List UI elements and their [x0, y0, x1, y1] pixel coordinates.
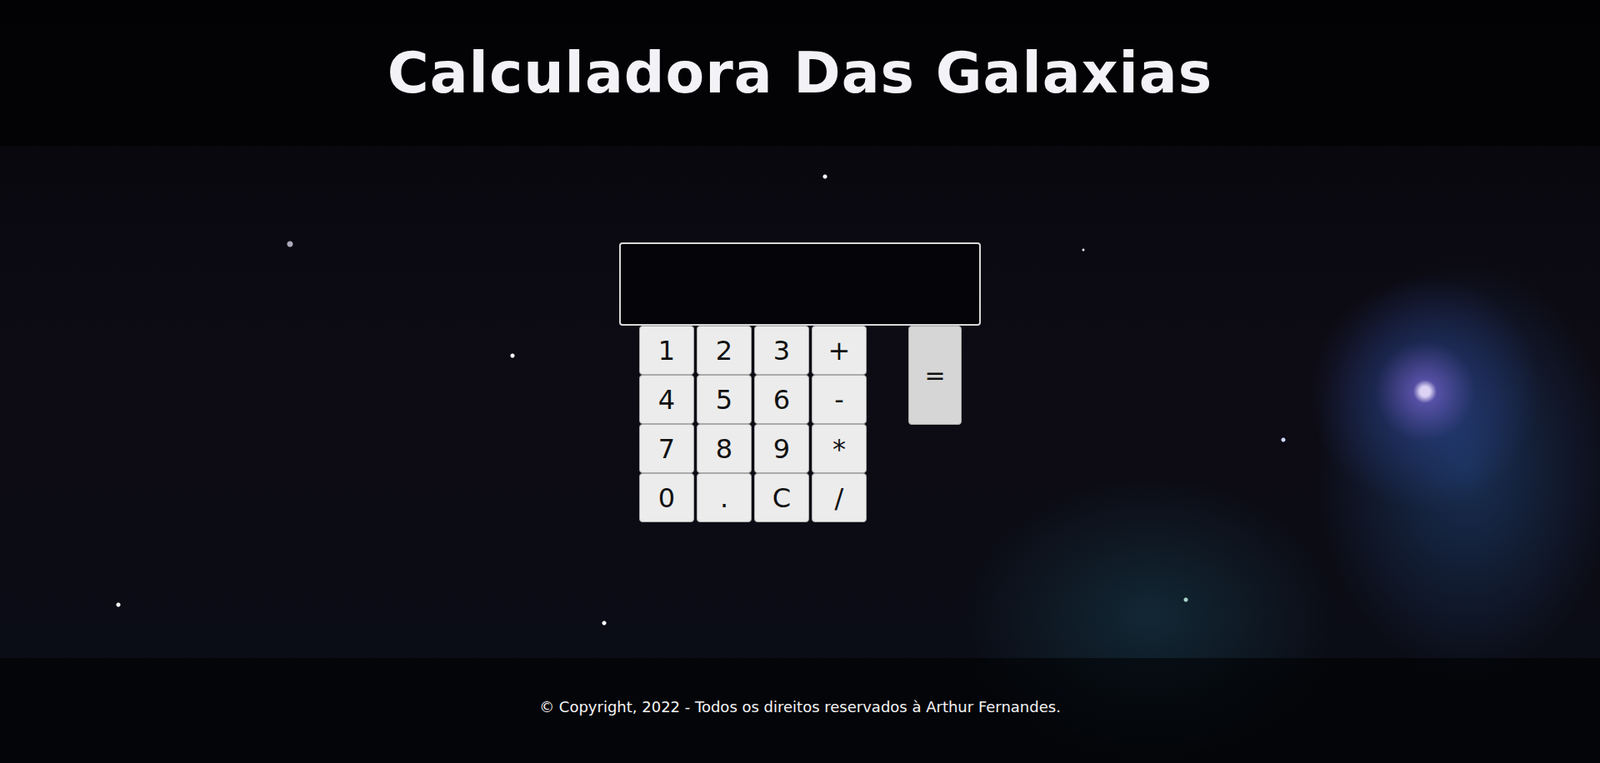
calculator-key[interactable]: 3 — [754, 325, 810, 375]
calculator-key[interactable]: 4 — [639, 375, 695, 425]
calculator-key[interactable]: 9 — [754, 424, 810, 474]
calculator-key[interactable]: C — [754, 473, 810, 523]
keypad-row: 123+456- 789* 0.C/ = — [619, 325, 981, 523]
calculator-key[interactable]: 5 — [696, 375, 752, 425]
calculator-key[interactable]: + — [811, 325, 867, 375]
keypad: 123+456- 789* 0.C/ — [639, 325, 867, 523]
copyright-text: © Copyright, 2022 - Todos os direitos re… — [539, 698, 1061, 716]
calculator-key[interactable]: * — [811, 424, 867, 474]
calculator-key[interactable]: / — [811, 473, 867, 523]
page-title: Calculadora Das Galaxias — [387, 40, 1213, 106]
calculator-key[interactable]: 8 — [696, 424, 752, 474]
calculator-key[interactable]: 2 — [696, 325, 752, 375]
equals-button[interactable]: = — [908, 325, 962, 425]
calculator: 123+456- 789* 0.C/ = — [619, 242, 981, 523]
page-header: Calculadora Das Galaxias — [0, 0, 1600, 146]
calculator-key[interactable]: 6 — [754, 375, 810, 425]
calculator-key[interactable]: - — [811, 375, 867, 425]
page-footer: © Copyright, 2022 - Todos os direitos re… — [0, 658, 1600, 763]
calculator-key[interactable]: 1 — [639, 325, 695, 375]
main-area: 123+456- 789* 0.C/ = — [0, 145, 1600, 659]
calculator-key[interactable]: 0 — [639, 473, 695, 523]
calculator-key[interactable]: 7 — [639, 424, 695, 474]
calculator-key[interactable]: . — [696, 473, 752, 523]
calculator-display[interactable] — [619, 242, 981, 326]
